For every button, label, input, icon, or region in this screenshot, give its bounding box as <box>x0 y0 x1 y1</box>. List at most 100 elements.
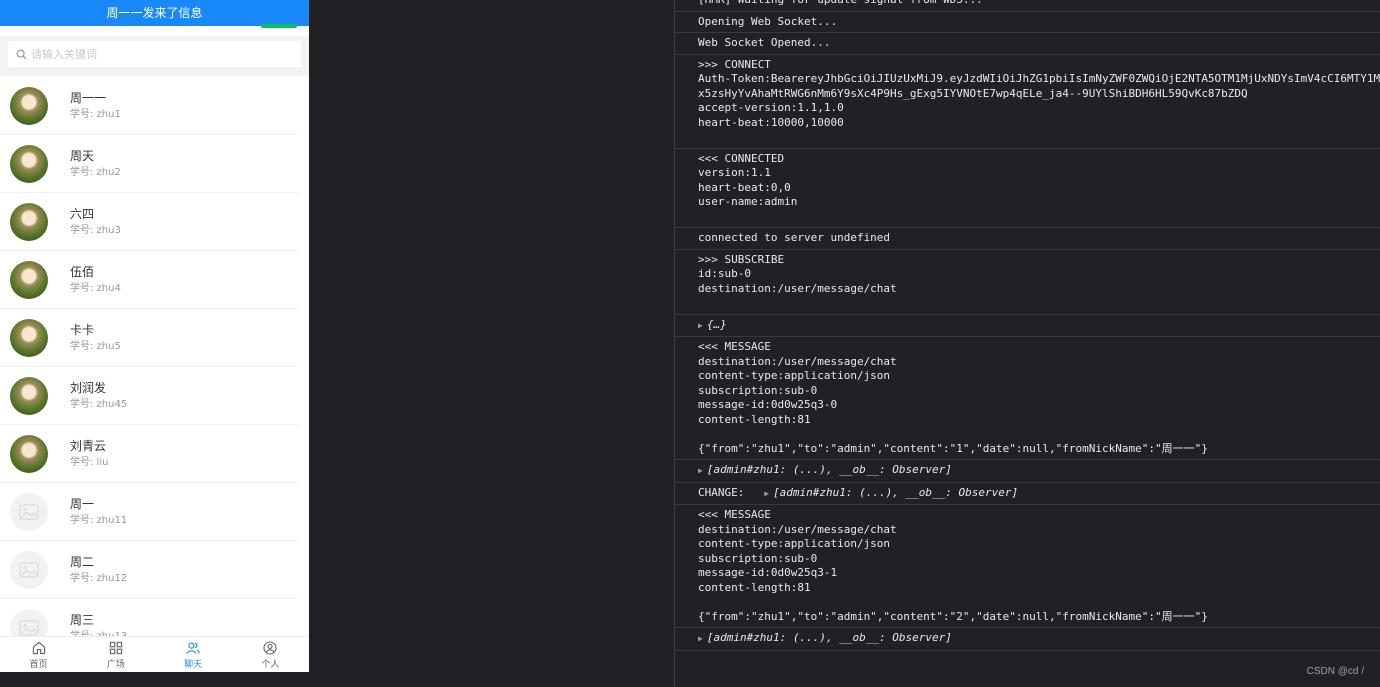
console-message[interactable]: ▶ {…} <box>675 315 1380 337</box>
expand-triangle-icon[interactable]: ▶ <box>698 632 703 647</box>
console-log-list: [HMR] Waiting for update signal from WDS… <box>675 0 1380 651</box>
search-placeholder: 请输入关键词 <box>31 48 97 61</box>
console-message: <<< MESSAGE destination:/user/message/ch… <box>675 505 1380 628</box>
contact-name: 周一一 <box>70 90 107 105</box>
console-message-text: <<< MESSAGE destination:/user/message/ch… <box>698 340 1208 455</box>
avatar <box>10 202 48 241</box>
search-bar: 请输入关键词 <box>0 36 309 76</box>
contact-name: 周一 <box>70 496 95 511</box>
contact-item[interactable]: 周一一学号: zhu1 <box>0 77 299 135</box>
avatar <box>10 376 48 415</box>
contact-item[interactable]: 周天学号: zhu2 <box>0 135 299 193</box>
contact-name: 周天 <box>70 148 95 163</box>
avatar <box>10 260 48 299</box>
contact-item[interactable]: 伍佰学号: zhu4 <box>0 251 299 309</box>
console-message: >>> SUBSCRIBE id:sub-0 destination:/user… <box>675 250 1380 315</box>
tab-user[interactable]: 个人 <box>232 637 309 672</box>
tab-label: 聊天 <box>184 659 203 670</box>
contact-student-id: 学号: liu <box>70 456 109 468</box>
console-message-text: <<< CONNECTED version:1.1 heart-beat:0,0… <box>698 151 798 208</box>
contact-text: 卡卡学号: zhu5 <box>70 321 121 355</box>
contact-name: 六四 <box>70 206 95 221</box>
console-message: Opening Web Socket... <box>675 12 1380 33</box>
console-message: Web Socket Opened... <box>675 33 1380 55</box>
console-message-text: [HMR] Waiting for update signal from WDS… <box>698 0 983 6</box>
search-icon <box>16 49 27 60</box>
change-label: CHANGE: <box>698 485 751 499</box>
console-message-text: [admin#zhu1: (...), __ob__: Observer] <box>773 485 1019 499</box>
expand-triangle-icon[interactable]: ▶ <box>698 464 703 479</box>
mobile-app-panel: 周一一发来了信息 请输入关键词 周一一 学号: zhu1 周天 学号: zhu2 六四学… <box>0 0 309 672</box>
contact-student-id: 学号: zhu2 <box>70 166 121 178</box>
devtools-console: [HMR] Waiting for update signal from WDS… <box>674 0 1380 687</box>
console-message: <<< CONNECTED version:1.1 heart-beat:0,0… <box>675 149 1380 228</box>
console-message-text: [admin#zhu1: (...), __ob__: Observer] <box>706 463 952 476</box>
contact-name: 周三 <box>70 612 95 627</box>
contact-item[interactable]: 六四学号: zhu3 <box>0 193 299 251</box>
console-message[interactable]: ▶ [admin#zhu1: (...), __ob__: Observer] <box>675 460 1380 483</box>
contact-text: 伍佰学号: zhu4 <box>70 263 121 297</box>
console-message-text: [admin#zhu1: (...), __ob__: Observer] <box>706 631 952 644</box>
console-message-text: Web Socket Opened... <box>698 36 831 49</box>
home-icon <box>32 641 45 654</box>
watermark: CSDN @cd / <box>1306 666 1364 677</box>
contact-item[interactable]: 周三 学号: zhu13 <box>0 599 299 637</box>
avatar <box>10 144 48 183</box>
console-message-text: <<< MESSAGE destination:/user/message/ch… <box>698 508 1208 623</box>
tab-label: 个人 <box>261 659 280 670</box>
contact-student-id: 学号: zhu4 <box>70 282 121 294</box>
contact-name: 卡卡 <box>70 322 95 337</box>
contact-text: 周二学号: zhu12 <box>70 553 127 587</box>
contact-item[interactable]: 卡卡学号: zhu5 <box>0 309 299 367</box>
console-message-text: {…} <box>706 317 727 331</box>
tab-bar: 首页 广场 聊天 个人 <box>0 636 309 672</box>
console-message[interactable]: ▶ [admin#zhu1: (...), __ob__: Observer] <box>675 628 1380 651</box>
contact-text: 六四学号: zhu3 <box>70 205 121 239</box>
console-message-text: >>> SUBSCRIBE id:sub-0 destination:/user… <box>698 252 897 295</box>
tab-chat-people[interactable]: 聊天 <box>155 637 232 672</box>
contact-student-id: 学号: zhu5 <box>70 340 121 352</box>
console-message: <<< MESSAGE destination:/user/message/ch… <box>675 337 1380 460</box>
expand-triangle-icon[interactable]: ▶ <box>698 319 703 334</box>
contact-student-id: 学号: zhu11 <box>70 514 128 526</box>
contact-student-id: 学号: zhu45 <box>70 398 128 410</box>
image-placeholder-icon <box>10 550 48 589</box>
contact-text: 刘青云学号: liu <box>70 437 108 471</box>
console-message-text: Opening Web Socket... <box>698 14 838 28</box>
console-message-text: connected to server undefined <box>698 231 891 244</box>
contact-text: 周一一学号: zhu1 <box>70 89 121 123</box>
header-title: 周一一发来了信息 <box>106 6 203 20</box>
contact-name: 刘青云 <box>70 438 107 453</box>
contact-text: 周三 学号: zhu13 <box>70 611 127 638</box>
contact-student-id: 学号: zhu12 <box>70 572 128 584</box>
tab-label: 首页 <box>29 659 48 670</box>
contact-text: 周天学号: zhu2 <box>70 147 121 181</box>
image-placeholder-icon <box>10 608 48 637</box>
console-message: >>> CONNECT Auth-Token:BearereyJhbGciOiJ… <box>675 55 1380 149</box>
user-icon <box>263 640 277 655</box>
grid-icon <box>109 641 123 654</box>
contact-item[interactable]: 周二学号: zhu12 <box>0 541 299 599</box>
console-message: [HMR] Waiting for update signal from WDS… <box>675 0 1380 12</box>
contact-item[interactable]: 刘青云学号: liu <box>0 425 299 483</box>
tab-home[interactable]: 首页 <box>0 637 77 672</box>
notification-header[interactable]: 周一一发来了信息 <box>0 0 309 28</box>
avatar <box>10 434 48 473</box>
expand-triangle-icon[interactable]: ▶ <box>764 487 769 502</box>
avatar <box>10 86 48 125</box>
search-input[interactable]: 请输入关键词 <box>8 41 301 67</box>
contact-name: 周二 <box>70 554 95 569</box>
contact-student-id: 学号: zhu1 <box>70 108 121 120</box>
contact-student-id: 学号: zhu3 <box>70 224 121 236</box>
contact-list: 周一一 学号: zhu1 周天 学号: zhu2 六四 学号: zhu3 伍佰 学号: zhu… <box>0 77 309 637</box>
contact-name: 刘润发 <box>70 380 107 395</box>
tab-grid[interactable]: 广场 <box>77 637 154 672</box>
tab-label: 广场 <box>106 659 125 670</box>
image-placeholder-icon <box>10 492 48 531</box>
contact-item[interactable]: 刘润发学号: zhu45 <box>0 367 299 425</box>
contact-item[interactable]: 周一学号: zhu11 <box>0 483 299 541</box>
contact-text: 周一学号: zhu11 <box>70 495 127 529</box>
console-message[interactable]: CHANGE: ▶ [admin#zhu1: (...), __ob__: Obs… <box>675 483 1380 505</box>
console-message-text: >>> CONNECT Auth-Token:BearereyJhbGciOiJ… <box>698 57 1380 129</box>
contact-name: 伍佰 <box>70 264 95 279</box>
